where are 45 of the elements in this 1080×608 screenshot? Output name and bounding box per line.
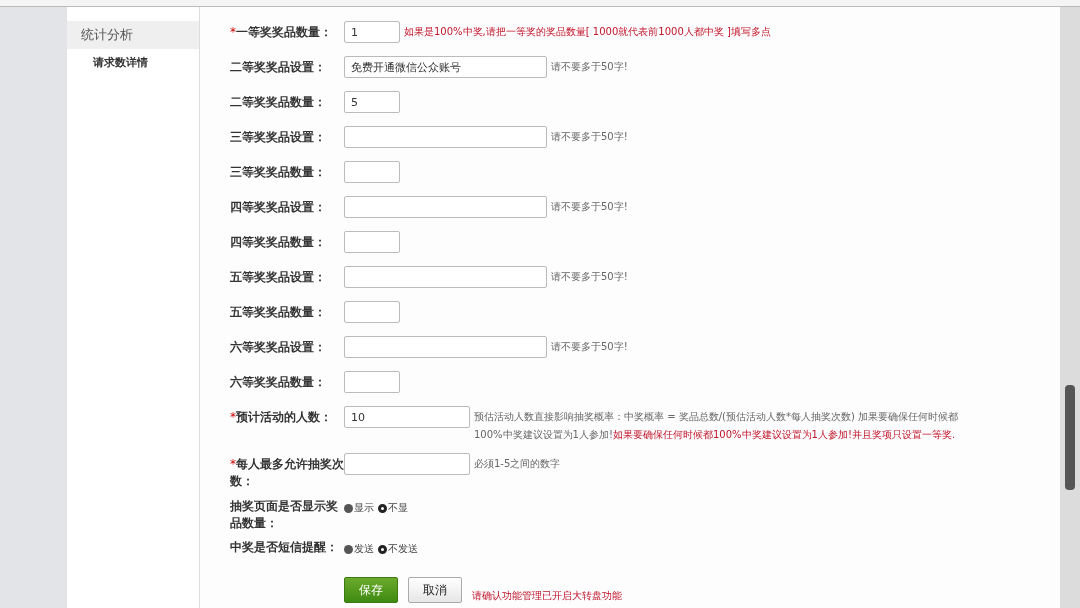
input-field[interactable] <box>344 336 547 358</box>
hint-text: 请不要多于50字! <box>551 270 628 284</box>
field-label: 三等奖奖品数量： <box>230 164 327 181</box>
field-label: 六等奖奖品设置： <box>230 339 327 356</box>
hint-text: 请不要多于50字! <box>551 60 628 74</box>
hint-text: 请不要多于50字! <box>551 130 628 144</box>
field-label: 二等奖奖品设置： <box>230 59 327 76</box>
hint-text: 如果是100%中奖,请把一等奖的奖品数量[ 1000就代表前1000人都中奖 ]填写多点 <box>404 25 771 39</box>
input-field[interactable] <box>344 453 470 475</box>
input-field[interactable] <box>344 266 547 288</box>
hint-text: 预估活动人数直接影响抽奖概率：中奖概率 = 奖品总数/(预估活动人数*每人抽奖次数) 加果要确保任何时候都100%中奖建议设置为1人参加!如果要确保任何时候都100%中奖建议设置为1人参加!并且奖项只设置一等奖. <box>474 410 960 442</box>
input-field[interactable] <box>344 231 400 253</box>
input-field[interactable] <box>344 196 547 218</box>
input-field[interactable]: 免费开通微信公众账号 <box>344 56 547 78</box>
field-label: 四等奖奖品设置： <box>230 199 327 216</box>
field-label: *每人最多允许抽奖次数： <box>230 456 344 490</box>
field-label: 四等奖奖品数量： <box>230 234 327 251</box>
sidebar-item[interactable]: 统计分析 <box>67 21 199 49</box>
hint-text: 必须1-5之间的数字 <box>474 457 562 471</box>
field-label: 抽奖页面是否显示奖品数量： <box>230 498 339 532</box>
input-field[interactable] <box>344 301 400 323</box>
field-label: *预计活动的人数： <box>230 409 333 426</box>
input-field[interactable] <box>344 371 400 393</box>
scrollbar[interactable] <box>1060 7 1080 608</box>
input-field[interactable] <box>344 161 400 183</box>
radio-option[interactable]: 发送 <box>344 542 374 556</box>
radio-option[interactable]: 不显 <box>378 501 408 515</box>
field-label: 二等奖奖品数量： <box>230 94 327 111</box>
input-field[interactable] <box>344 126 547 148</box>
input-field[interactable]: 10 <box>344 406 470 428</box>
radio-option[interactable]: 显示 <box>344 501 374 515</box>
notice-text: 请确认功能管理已开启大转盘功能 <box>472 589 622 603</box>
field-label: 五等奖奖品数量： <box>230 304 327 321</box>
hint-text: 请不要多于50字! <box>551 340 628 354</box>
field-label: 中奖是否短信提醒： <box>230 539 339 556</box>
hint-text: 请不要多于50字! <box>551 200 628 214</box>
input-field[interactable]: 1 <box>344 21 400 43</box>
radio-option[interactable]: 不发送 <box>378 542 418 556</box>
field-label: *一等奖奖品数量： <box>230 24 333 41</box>
cancel-button[interactable]: 取消 <box>408 577 462 603</box>
sidebar-item[interactable]: 请求数详情 <box>67 49 199 77</box>
field-label: 六等奖奖品数量： <box>230 374 327 391</box>
field-label: 三等奖奖品设置： <box>230 129 327 146</box>
field-label: 五等奖奖品设置： <box>230 269 327 286</box>
input-field[interactable]: 5 <box>344 91 400 113</box>
